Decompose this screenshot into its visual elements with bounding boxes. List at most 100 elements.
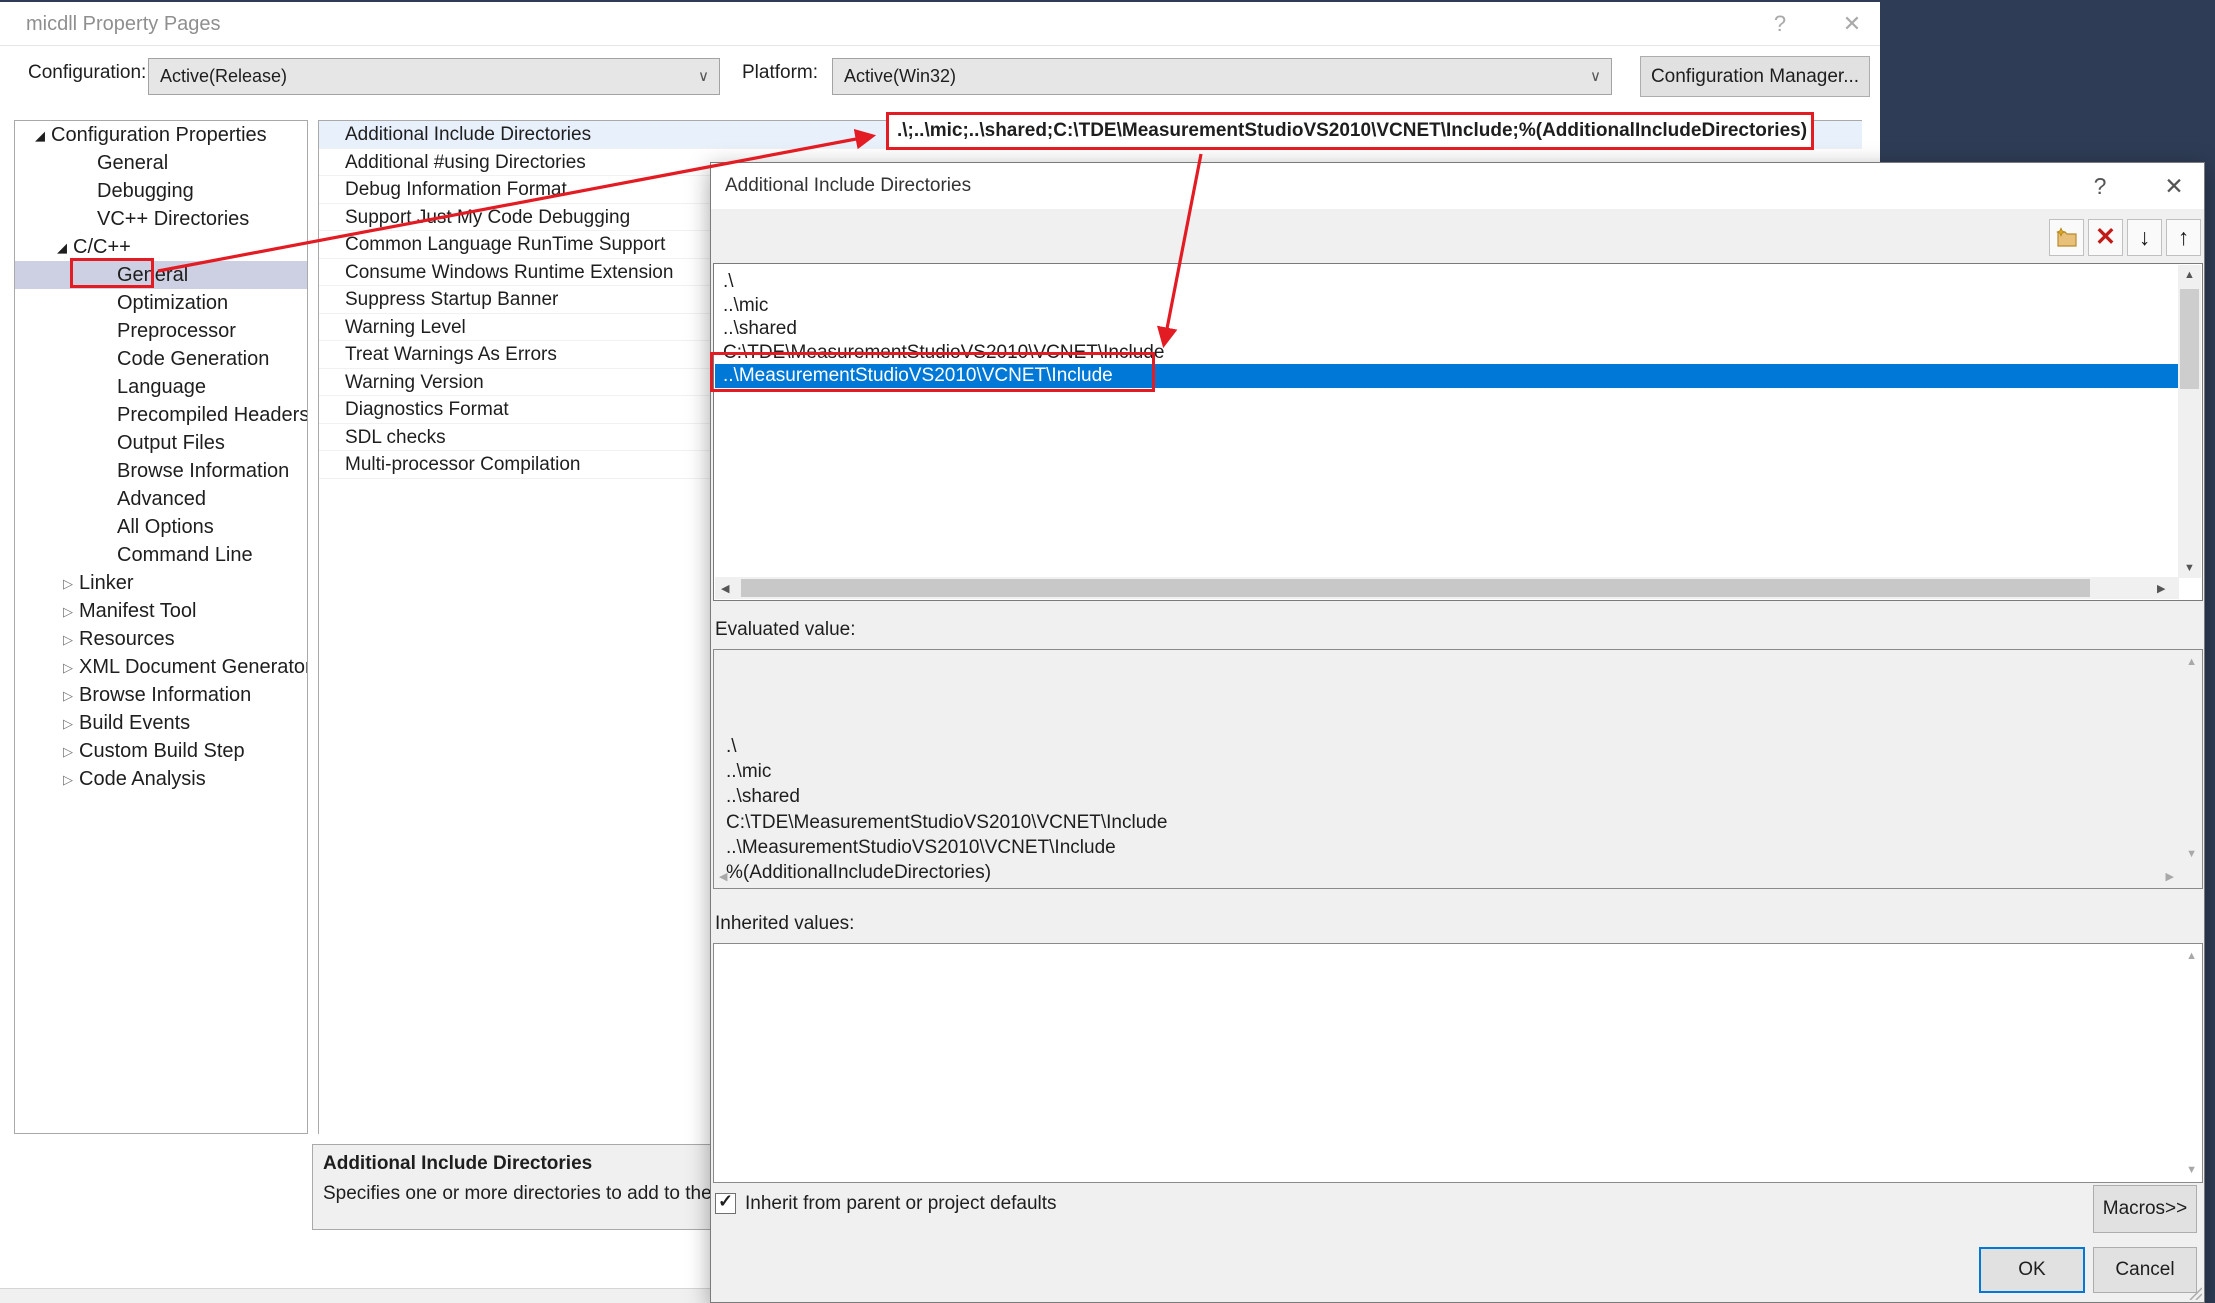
evaluated-line: .\ bbox=[726, 734, 1167, 759]
tree-item[interactable]: Debugging bbox=[15, 177, 307, 205]
resize-grip[interactable] bbox=[2186, 1284, 2202, 1300]
property-label: Debug Information Format bbox=[345, 179, 567, 200]
tree-item-label: Manifest Tool bbox=[79, 600, 196, 622]
tree-expander-icon[interactable]: ▷ bbox=[57, 598, 79, 626]
tree-item-label: XML Document Generator bbox=[79, 656, 308, 678]
tree-expander-icon[interactable]: ▷ bbox=[57, 626, 79, 654]
configuration-select[interactable]: Active(Release) ∨ bbox=[148, 58, 720, 95]
listbox-vertical-scrollbar[interactable]: ▲ ▼ bbox=[2178, 265, 2201, 578]
ok-button[interactable]: OK bbox=[1979, 1247, 2085, 1293]
annotation-box-selected-directory bbox=[710, 352, 1155, 392]
evaluated-value-label: Evaluated value: bbox=[715, 619, 856, 641]
configuration-value: Active(Release) bbox=[160, 59, 287, 94]
help-icon[interactable]: ? bbox=[2079, 163, 2121, 209]
property-label: Additional Include Directories bbox=[345, 124, 591, 145]
window-title: micdll Property Pages bbox=[26, 2, 221, 46]
tree-item[interactable]: ▷XML Document Generator bbox=[15, 653, 307, 681]
tree-item[interactable]: ▷Linker bbox=[15, 569, 307, 597]
scroll-right-icon[interactable]: ▶ bbox=[2166, 870, 2174, 883]
move-up-button[interactable]: ↑ bbox=[2166, 219, 2201, 256]
tree-expander-icon[interactable]: ▷ bbox=[57, 570, 79, 598]
scrollbar-thumb[interactable] bbox=[2180, 289, 2199, 389]
tree-expander-icon[interactable]: ▷ bbox=[57, 766, 79, 794]
dialog-titlebar: Additional Include Directories ? ✕ bbox=[711, 163, 2204, 209]
tree-item-label: All Options bbox=[117, 516, 214, 538]
description-text: Specifies one or more directories to add… bbox=[323, 1183, 732, 1205]
tree-item[interactable]: Browse Information bbox=[15, 457, 307, 485]
tree-item[interactable]: ▷Resources bbox=[15, 625, 307, 653]
property-label: Additional #using Directories bbox=[345, 152, 586, 173]
tree-item[interactable]: VC++ Directories bbox=[15, 205, 307, 233]
tree-item[interactable]: Code Generation bbox=[15, 345, 307, 373]
close-icon[interactable]: ✕ bbox=[2153, 163, 2195, 209]
tree-item[interactable]: ◢C/C++ bbox=[15, 233, 307, 261]
include-directories-value: .\;..\mic;..\shared;C:\TDE\MeasurementSt… bbox=[897, 120, 1807, 141]
tree-item[interactable]: ▷Manifest Tool bbox=[15, 597, 307, 625]
tree-item[interactable]: Preprocessor bbox=[15, 317, 307, 345]
scroll-left-icon[interactable]: ◀ bbox=[721, 582, 729, 595]
tree-item-label: C/C++ bbox=[73, 236, 131, 258]
tree-item[interactable]: Output Files bbox=[15, 429, 307, 457]
directory-item[interactable]: ..\shared bbox=[715, 317, 2178, 341]
scroll-up-icon[interactable]: ▲ bbox=[2186, 950, 2197, 962]
configuration-manager-button[interactable]: Configuration Manager... bbox=[1640, 56, 1870, 97]
directory-item[interactable]: .\ bbox=[715, 270, 2178, 294]
tree-item[interactable]: General bbox=[15, 149, 307, 177]
move-down-button[interactable]: ↓ bbox=[2127, 219, 2162, 256]
configuration-label: Configuration: bbox=[28, 62, 146, 84]
tree-item-label: Build Events bbox=[79, 712, 190, 734]
platform-label: Platform: bbox=[742, 62, 818, 84]
tree-item[interactable]: Language bbox=[15, 373, 307, 401]
evaluated-line: C:\TDE\MeasurementStudioVS2010\VCNET\Inc… bbox=[726, 810, 1167, 835]
configuration-row: Configuration: Active(Release) ∨ Platfor… bbox=[0, 47, 1880, 107]
chevron-down-icon: ∨ bbox=[1590, 59, 1601, 94]
scrollbar-thumb[interactable] bbox=[741, 579, 2090, 597]
tree-item[interactable]: Optimization bbox=[15, 289, 307, 317]
scroll-up-icon[interactable]: ▲ bbox=[2178, 269, 2201, 281]
tree-expander-icon[interactable]: ▷ bbox=[57, 738, 79, 766]
scroll-left-icon[interactable]: ◀ bbox=[719, 870, 727, 883]
tree-item[interactable]: ▷Browse Information bbox=[15, 681, 307, 709]
tree-item[interactable]: Precompiled Headers bbox=[15, 401, 307, 429]
scroll-up-icon[interactable]: ▲ bbox=[2186, 656, 2197, 668]
platform-select[interactable]: Active(Win32) ∨ bbox=[832, 58, 1612, 95]
macros-button[interactable]: Macros>> bbox=[2093, 1185, 2197, 1233]
inherited-values-box: ▲ ▼ bbox=[713, 943, 2203, 1183]
tree-item[interactable]: ▷Build Events bbox=[15, 709, 307, 737]
property-label: Warning Version bbox=[345, 372, 484, 393]
tree-item-label: VC++ Directories bbox=[97, 208, 249, 230]
tree-item[interactable]: All Options bbox=[15, 513, 307, 541]
tree-item[interactable]: ▷Custom Build Step bbox=[15, 737, 307, 765]
directories-listbox[interactable]: .\ ..\mic ..\shared C:\TDE\MeasurementSt… bbox=[713, 263, 2203, 601]
property-label: Suppress Startup Banner bbox=[345, 289, 558, 310]
cancel-button[interactable]: Cancel bbox=[2093, 1247, 2197, 1293]
tree-expander-icon[interactable]: ▷ bbox=[57, 654, 79, 682]
tree-expander-icon[interactable]: ▷ bbox=[57, 710, 79, 738]
scroll-right-icon[interactable]: ▶ bbox=[2157, 582, 2165, 595]
titlebar: micdll Property Pages ? ✕ bbox=[0, 2, 1880, 46]
delete-button[interactable]: ✕ bbox=[2088, 219, 2123, 256]
property-label: SDL checks bbox=[345, 427, 446, 448]
listbox-horizontal-scrollbar[interactable]: ◀ ▶ bbox=[715, 577, 2179, 599]
tree-item[interactable]: ◢Configuration Properties bbox=[15, 121, 307, 149]
scroll-down-icon[interactable]: ▼ bbox=[2186, 848, 2197, 860]
tree-item[interactable]: ▷Code Analysis bbox=[15, 765, 307, 793]
delete-x-icon: ✕ bbox=[2095, 225, 2116, 250]
directory-item[interactable]: ..\mic bbox=[715, 294, 2178, 318]
tree-expander-icon[interactable]: ◢ bbox=[29, 122, 51, 150]
help-icon[interactable]: ? bbox=[1760, 2, 1800, 46]
tree-item-label: Linker bbox=[79, 572, 133, 594]
scroll-down-icon[interactable]: ▼ bbox=[2178, 562, 2201, 574]
tree-item[interactable]: Command Line bbox=[15, 541, 307, 569]
description-title: Additional Include Directories bbox=[323, 1153, 592, 1175]
tree-item[interactable]: General bbox=[15, 261, 307, 289]
property-label: Common Language RunTime Support bbox=[345, 234, 665, 255]
scroll-down-icon[interactable]: ▼ bbox=[2186, 1164, 2197, 1176]
inherit-checkbox[interactable]: ✓ bbox=[715, 1193, 736, 1214]
arrow-up-icon: ↑ bbox=[2178, 226, 2190, 249]
close-icon[interactable]: ✕ bbox=[1832, 2, 1872, 46]
tree-expander-icon[interactable]: ▷ bbox=[57, 682, 79, 710]
new-line-button[interactable] bbox=[2049, 219, 2084, 256]
arrow-down-icon: ↓ bbox=[2139, 226, 2151, 249]
tree-item[interactable]: Advanced bbox=[15, 485, 307, 513]
